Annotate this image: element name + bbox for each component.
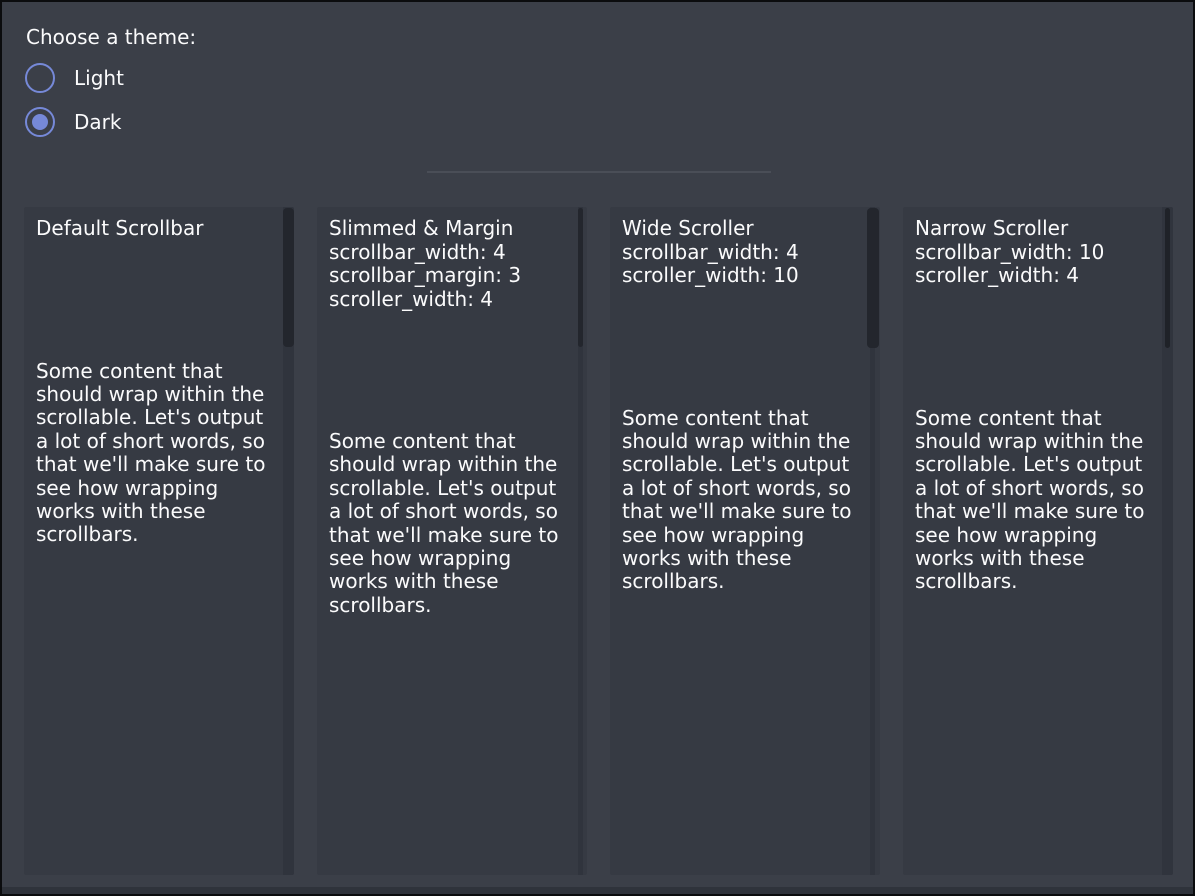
scroll-panel-wide-scroller[interactable]: Wide Scroller scrollbar_width: 4 scrolle… <box>610 207 880 875</box>
panel-params: scrollbar_width: 4 scrollbar_margin: 3 s… <box>329 241 569 312</box>
panel-body-text: Some content that should wrap within the… <box>36 360 280 547</box>
app-window: Choose a theme: Light Dark Default Scrol… <box>2 2 1193 894</box>
section-divider <box>427 171 771 173</box>
radio-icon-light[interactable] <box>25 63 55 93</box>
scroll-panel-slimmed-margin[interactable]: Slimmed & Margin scrollbar_width: 4 scro… <box>317 207 587 875</box>
radio-label-light: Light <box>74 66 124 90</box>
panel-body-text: Some content that should wrap within the… <box>915 407 1159 594</box>
window-frame: Choose a theme: Light Dark Default Scrol… <box>0 0 1195 896</box>
radio-label-dark: Dark <box>74 110 121 134</box>
radio-option-dark[interactable]: Dark <box>25 106 121 138</box>
vertical-scrollbar-thumb[interactable] <box>578 208 583 347</box>
panel-content: Narrow Scroller scrollbar_width: 10 scro… <box>915 217 1155 594</box>
panel-params: scrollbar_width: 10 scroller_width: 4 <box>915 241 1155 288</box>
panel-body-text: Some content that should wrap within the… <box>329 430 573 617</box>
panel-content: Wide Scroller scrollbar_width: 4 scrolle… <box>622 217 862 594</box>
panel-title: Wide Scroller <box>622 217 862 241</box>
horizontal-scrollbar-track[interactable] <box>2 887 1193 894</box>
panel-title: Slimmed & Margin <box>329 217 569 241</box>
panel-content: Default Scrollbar Some content that shou… <box>36 217 276 547</box>
scrollables-row: Default Scrollbar Some content that shou… <box>24 207 1173 875</box>
panel-params: scrollbar_width: 4 scroller_width: 10 <box>622 241 862 288</box>
panel-title: Default Scrollbar <box>36 217 276 241</box>
panel-title: Narrow Scroller <box>915 217 1155 241</box>
panel-body-text: Some content that should wrap within the… <box>622 407 866 594</box>
radio-option-light[interactable]: Light <box>25 62 124 94</box>
theme-chooser-label: Choose a theme: <box>26 25 196 49</box>
scroll-panel-default[interactable]: Default Scrollbar Some content that shou… <box>24 207 294 875</box>
panel-content: Slimmed & Margin scrollbar_width: 4 scro… <box>329 217 569 617</box>
vertical-scrollbar-thumb[interactable] <box>1165 208 1170 348</box>
scroll-panel-narrow-scroller[interactable]: Narrow Scroller scrollbar_width: 10 scro… <box>903 207 1173 875</box>
radio-icon-dark-selected[interactable] <box>25 107 55 137</box>
vertical-scrollbar-thumb[interactable] <box>867 208 879 348</box>
vertical-scrollbar-thumb[interactable] <box>283 208 294 347</box>
